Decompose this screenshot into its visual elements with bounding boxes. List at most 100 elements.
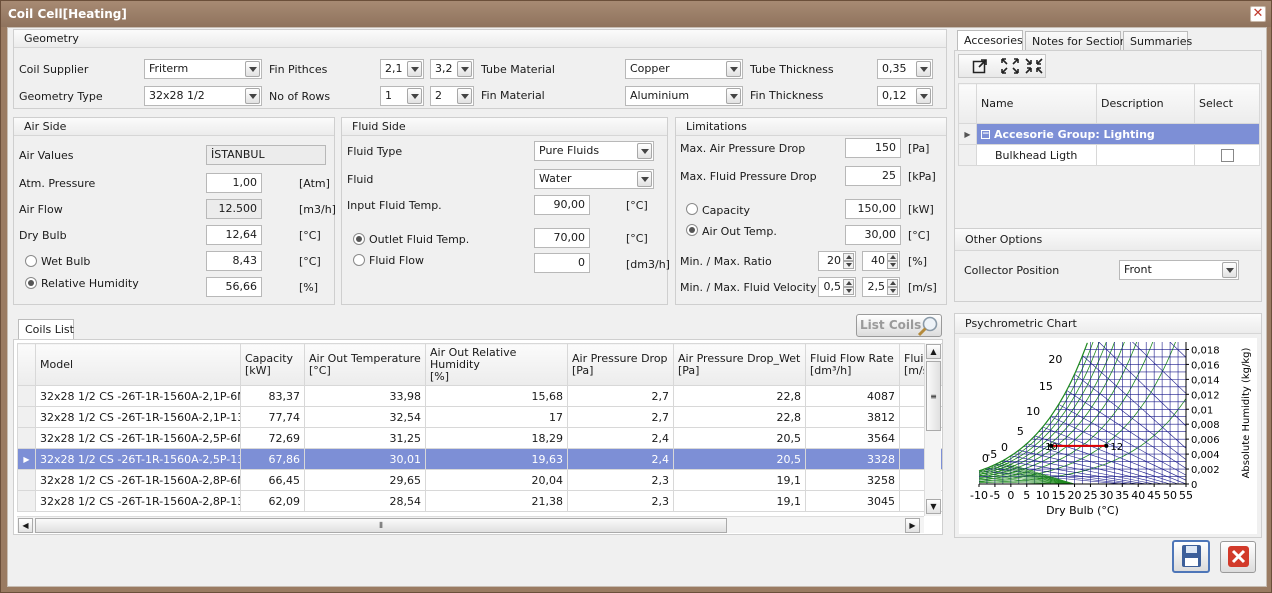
table-cell: 2,7 (567, 385, 674, 407)
expand-all-icon[interactable] (999, 55, 1021, 77)
dry-bulb-field[interactable]: 12,64 (206, 225, 262, 245)
window: Coil Cell[Heating] ✕ Geometry Coil Suppl… (0, 0, 1272, 593)
chevron-down-icon[interactable] (245, 88, 260, 104)
chevron-down-icon[interactable] (407, 88, 422, 104)
chevron-down-icon[interactable] (407, 61, 422, 77)
ratio-max-spinner[interactable]: 40 (862, 251, 900, 271)
column-air-out-rh[interactable]: Air Out Relative Humidity [%] (425, 343, 568, 386)
horizontal-scrollbar[interactable]: ◀ ⦀ ▶ (17, 516, 924, 533)
accessory-select-checkbox[interactable] (1220, 148, 1234, 162)
tab-accesories[interactable]: Accesories (957, 30, 1023, 51)
wet-bulb-radio[interactable] (25, 255, 37, 267)
chevron-down-icon[interactable] (916, 61, 931, 77)
spin-down-icon[interactable] (843, 287, 854, 295)
collapse-all-icon[interactable] (1023, 55, 1045, 77)
save-button[interactable] (1172, 540, 1210, 573)
scroll-down-icon[interactable]: ▼ (926, 499, 941, 514)
air-out-temp-field[interactable]: 30,00 (845, 225, 901, 245)
spin-up-icon[interactable] (887, 253, 898, 261)
scroll-left-icon[interactable]: ◀ (18, 518, 33, 533)
fluid-select[interactable]: Water (534, 169, 654, 189)
rows-1-select[interactable]: 1 (380, 86, 424, 106)
velocity-min-spinner[interactable]: 0,5 (818, 277, 856, 297)
accessory-group-row[interactable]: ▶ − Accesorie Group: Lighting (958, 123, 1260, 145)
tab-notes-for-section[interactable]: Notes for Section (1025, 31, 1127, 51)
capacity-field[interactable]: 150,00 (845, 199, 901, 219)
column-fluid-flow-rate[interactable]: Fluid Flow Rate [dm³/h] (805, 343, 900, 386)
coils-header-row: Model Capacity [kW] Air Out Temperature … (17, 343, 942, 386)
chevron-down-icon[interactable] (457, 61, 472, 77)
column-name[interactable]: Name (976, 83, 1097, 124)
wet-bulb-field[interactable]: 8,43 (206, 251, 262, 271)
chevron-down-icon[interactable] (1222, 262, 1237, 278)
spin-up-icon[interactable] (843, 253, 854, 261)
collapse-group-icon[interactable]: − (981, 130, 990, 139)
fin-pitch-2-select[interactable]: 3,2 (430, 59, 474, 79)
fluid-type-select[interactable]: Pure Fluids (534, 141, 654, 161)
chevron-down-icon[interactable] (245, 61, 260, 77)
spin-up-icon[interactable] (887, 279, 898, 287)
tab-summaries[interactable]: Summaries (1123, 31, 1192, 51)
export-icon[interactable] (969, 55, 991, 77)
coil-supplier-select[interactable]: Friterm (144, 59, 262, 79)
table-row[interactable]: ▶ 32x28 1/2 CS -26T-1R-1560A-2,5P-13NC 67,… (17, 448, 942, 470)
horizontal-scroll-thumb[interactable]: ⦀ (35, 518, 727, 533)
fin-material-select[interactable]: Aluminium (625, 86, 743, 106)
scroll-right-icon[interactable]: ▶ (905, 518, 920, 533)
scroll-up-icon[interactable]: ▲ (926, 344, 941, 359)
column-description[interactable]: Description (1096, 83, 1195, 124)
column-capacity[interactable]: Capacity [kW] (240, 343, 305, 386)
fin-pitch-1-select[interactable]: 2,1 (380, 59, 424, 79)
atm-pressure-field[interactable]: 1,00 (206, 173, 262, 193)
table-row[interactable]: 32x28 1/2 CS -26T-1R-1560A-2,8P-6NC 66,45… (17, 469, 942, 491)
air-out-temp-radio[interactable] (686, 224, 698, 236)
outlet-temp-field[interactable]: 70,00 (534, 228, 590, 248)
column-air-pressure-drop[interactable]: Air Pressure Drop [Pa] (567, 343, 674, 386)
ratio-min-spinner[interactable]: 20 (818, 251, 856, 271)
collector-position-select[interactable]: Front (1119, 260, 1239, 280)
column-model[interactable]: Model (35, 343, 241, 386)
velocity-max-spinner[interactable]: 2,5 (862, 277, 900, 297)
table-cell: 19,1 (673, 469, 806, 491)
chevron-down-icon[interactable] (726, 61, 741, 77)
air-flow-field[interactable]: 12.500 (206, 199, 262, 219)
fin-thickness-select[interactable]: 0,12 (877, 86, 933, 106)
tube-thickness-select[interactable]: 0,35 (877, 59, 933, 79)
table-row[interactable]: 32x28 1/2 CS -26T-1R-1560A-2,1P-6NC 83,37… (17, 385, 942, 407)
column-select[interactable]: Select (1194, 83, 1260, 124)
vertical-scroll-thumb[interactable]: ≡ (926, 361, 941, 431)
max-air-dp-field[interactable]: 150 (845, 138, 901, 158)
spin-down-icon[interactable] (887, 287, 898, 295)
spin-down-icon[interactable] (843, 261, 854, 269)
chevron-down-icon[interactable] (457, 88, 472, 104)
geometry-type-select[interactable]: 32x28 1/2 (144, 86, 262, 106)
air-values-field[interactable]: İSTANBUL (206, 145, 326, 165)
chevron-down-icon[interactable] (637, 171, 652, 187)
column-air-out-temperature[interactable]: Air Out Temperature [°C] (304, 343, 426, 386)
spin-up-icon[interactable] (843, 279, 854, 287)
table-row[interactable]: 32x28 1/2 CS -26T-1R-1560A-2,8P-13NC 62,0… (17, 490, 942, 512)
capacity-radio[interactable] (686, 203, 698, 215)
table-row[interactable]: 32x28 1/2 CS -26T-1R-1560A-2,1P-13NC 77,7… (17, 406, 942, 428)
relative-humidity-field[interactable]: 56,66 (206, 277, 262, 297)
vertical-scrollbar[interactable]: ▲ ≡ ▼ (924, 343, 941, 516)
outlet-temp-radio[interactable] (353, 233, 365, 245)
tube-material-select[interactable]: Copper (625, 59, 743, 79)
chevron-down-icon[interactable] (916, 88, 931, 104)
max-fluid-dp-field[interactable]: 25 (845, 166, 901, 186)
list-coils-button[interactable]: List Coils (856, 314, 942, 337)
fluid-flow-radio[interactable] (353, 254, 365, 266)
column-air-pressure-drop-wet[interactable]: Air Pressure Drop_Wet [Pa] (673, 343, 806, 386)
rows-2-select[interactable]: 2 (430, 86, 474, 106)
cancel-button[interactable] (1220, 541, 1256, 573)
table-row[interactable]: 32x28 1/2 CS -26T-1R-1560A-2,5P-6NC 72,69… (17, 427, 942, 449)
input-temp-field[interactable]: 90,00 (534, 195, 590, 215)
fluid-flow-field[interactable]: 0 (534, 253, 590, 273)
tab-coils-list[interactable]: Coils List (18, 319, 74, 339)
chevron-down-icon[interactable] (637, 143, 652, 159)
relative-humidity-radio[interactable] (25, 277, 37, 289)
spin-down-icon[interactable] (887, 261, 898, 269)
chevron-down-icon[interactable] (726, 88, 741, 104)
accessory-item-row[interactable]: Bulkhead Ligth (958, 144, 1260, 166)
close-window-icon[interactable]: ✕ (1250, 6, 1266, 22)
